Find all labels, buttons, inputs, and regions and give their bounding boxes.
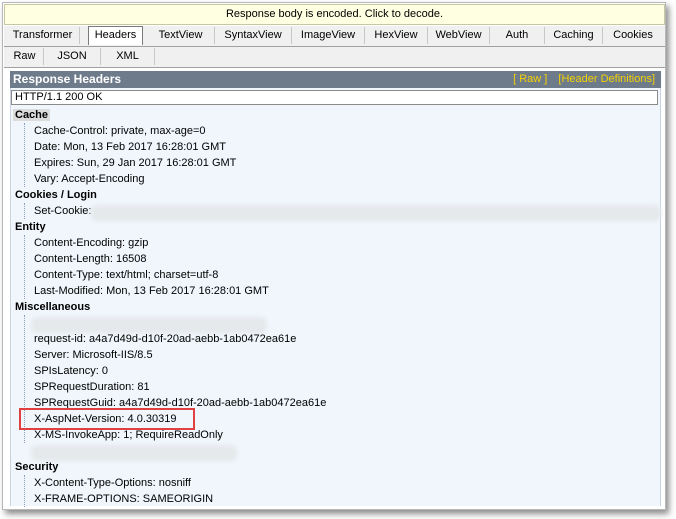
section-entity[interactable]: Entity bbox=[15, 221, 46, 233]
header-line[interactable]: request-id: a4a7d49d-d10f-20ad-aebb-1ab0… bbox=[34, 333, 296, 345]
header-line[interactable]: Vary: Accept-Encoding bbox=[34, 173, 144, 185]
header-line[interactable]: X-FRAME-OPTIONS: SAMEORIGIN bbox=[34, 493, 213, 505]
tab-json[interactable]: JSON bbox=[44, 48, 101, 65]
tab-textview[interactable]: TextView bbox=[147, 27, 215, 44]
header-line[interactable]: Set-Cookie: bbox=[34, 205, 91, 217]
section-miscellaneous[interactable]: Miscellaneous bbox=[15, 301, 90, 313]
tree-connector bbox=[24, 475, 25, 507]
tab-imageview[interactable]: ImageView bbox=[292, 27, 365, 44]
redacted-value bbox=[34, 448, 234, 458]
redacted-value bbox=[94, 208, 658, 218]
header-line[interactable]: X-MS-InvokeApp: 1; RequireReadOnly bbox=[34, 429, 223, 441]
tab-caching[interactable]: Caching bbox=[545, 27, 603, 44]
response-headers-title: Response Headers bbox=[13, 72, 122, 86]
tree-connector bbox=[24, 235, 25, 299]
header-line[interactable]: Expires: Sun, 29 Jan 2017 16:28:01 GMT bbox=[34, 157, 236, 169]
tab-auth[interactable]: Auth bbox=[490, 27, 545, 44]
status-line: HTTP/1.1 200 OK bbox=[11, 90, 658, 105]
response-headers-header: Response Headers [ Raw ] [Header Definit… bbox=[10, 71, 661, 88]
raw-link[interactable]: [ Raw ] bbox=[513, 73, 547, 85]
header-line[interactable]: Content-Type: text/html; charset=utf-8 bbox=[34, 269, 218, 281]
section-cache[interactable]: Cache bbox=[13, 109, 51, 121]
tab-xml[interactable]: XML bbox=[101, 48, 155, 65]
tab-cookies[interactable]: Cookies bbox=[603, 27, 663, 44]
tab-syntaxview[interactable]: SyntaxView bbox=[215, 27, 292, 44]
tab-webview[interactable]: WebView bbox=[428, 27, 490, 44]
tree-connector bbox=[24, 203, 25, 219]
header-line[interactable]: Content-Length: 16508 bbox=[34, 253, 147, 265]
header-line[interactable]: Cache-Control: private, max-age=0 bbox=[34, 125, 206, 137]
inspector-tab-row: Transformer Headers TextView SyntaxView … bbox=[4, 26, 665, 47]
header-line[interactable]: Server: Microsoft-IIS/8.5 bbox=[34, 349, 153, 361]
section-security[interactable]: Security bbox=[15, 461, 58, 473]
decode-notice-bar[interactable]: Response body is encoded. Click to decod… bbox=[4, 4, 665, 25]
header-definitions-link[interactable]: [Header Definitions] bbox=[558, 73, 655, 85]
tab-transformer[interactable]: Transformer bbox=[6, 27, 80, 44]
tab-hexview[interactable]: HexView bbox=[365, 27, 428, 44]
header-line[interactable]: X-Content-Type-Options: nosniff bbox=[34, 477, 191, 489]
header-line[interactable]: Last-Modified: Mon, 13 Feb 2017 16:28:01… bbox=[34, 285, 269, 297]
highlight-box bbox=[19, 408, 195, 430]
tab-raw[interactable]: Raw bbox=[6, 48, 44, 65]
header-line[interactable]: Content-Encoding: gzip bbox=[34, 237, 148, 249]
redacted-value bbox=[34, 320, 264, 330]
tree-connector bbox=[24, 123, 25, 187]
header-line[interactable]: Date: Mon, 13 Feb 2017 16:28:01 GMT bbox=[34, 141, 226, 153]
tab-headers[interactable]: Headers bbox=[88, 26, 143, 45]
inspector-subtab-row: Raw JSON XML bbox=[4, 47, 665, 68]
header-line[interactable]: SPIsLatency: 0 bbox=[34, 365, 108, 377]
section-cookies-login[interactable]: Cookies / Login bbox=[15, 189, 97, 201]
header-line[interactable]: SPRequestDuration: 81 bbox=[34, 381, 150, 393]
